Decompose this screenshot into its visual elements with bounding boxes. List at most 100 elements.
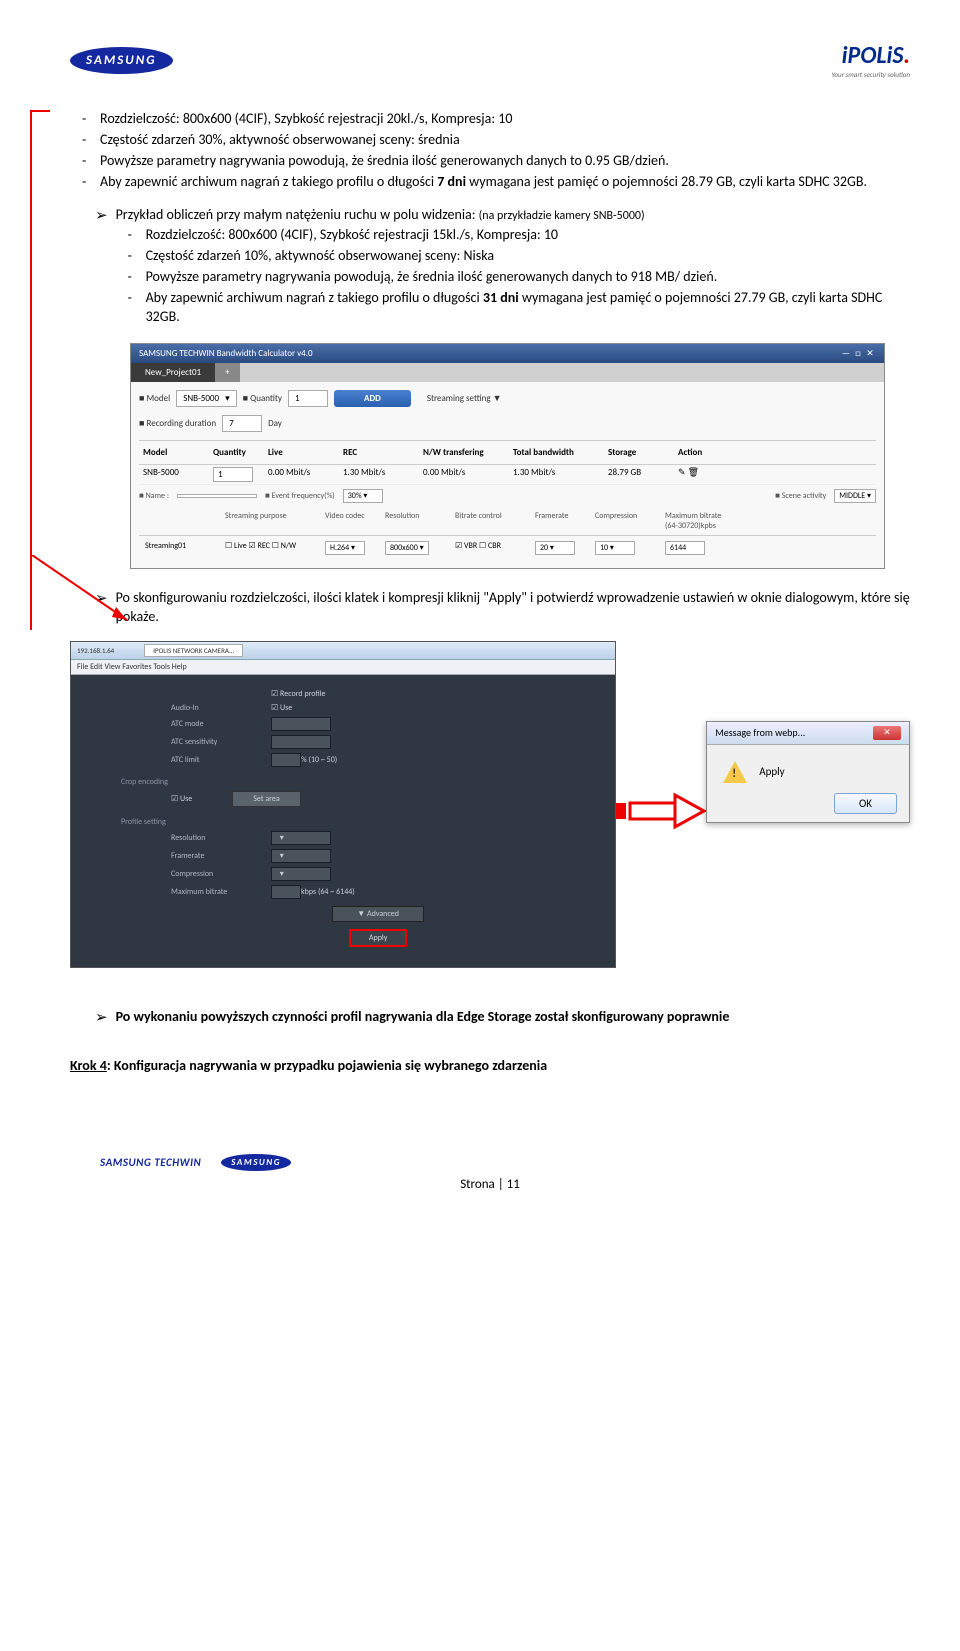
rec-duration-unit: Day	[268, 418, 282, 429]
callout-arrow-icon	[32, 555, 152, 645]
resolution-select[interactable]: ▾	[271, 831, 331, 845]
page-header: SAMSUNG iPOLiS. Your smart security solu…	[70, 30, 910, 90]
maximize-icon[interactable]: □	[852, 348, 864, 359]
streaming-setting-button[interactable]: Streaming setting ▼	[417, 390, 512, 407]
set-area-button[interactable]: Set area	[232, 791, 300, 807]
bitrate-checkboxes[interactable]: ☑ VBR ☐ CBR	[449, 539, 529, 557]
samsung-logo: SAMSUNG	[70, 47, 173, 74]
scene-select[interactable]: MIDDLE ▾	[834, 489, 876, 503]
camera-settings-window: 192.168.1.64 IPOLIS NETWORK CAMERA... Fi…	[70, 641, 616, 968]
atc-mode-label: ATC mode	[171, 719, 271, 729]
delete-icon[interactable]: 🗑	[688, 467, 699, 478]
text: Aby zapewnić archiwum nagrań z takiego p…	[100, 173, 437, 190]
dialog-message: Apply	[759, 765, 784, 778]
list-item: Rozdzielczość: 800x600 (4CIF), Szybkość …	[100, 110, 910, 129]
spec-list-2: Rozdzielczość: 800x600 (4CIF), Szybkość …	[116, 226, 910, 326]
edit-icon[interactable]: ✎	[678, 467, 686, 478]
flow-arrow-icon	[616, 791, 706, 831]
warning-icon	[723, 761, 747, 783]
bold-text: 31 dni	[483, 289, 519, 306]
list-item: Aby zapewnić archiwum nagrań z takiego p…	[146, 289, 910, 327]
table-headers: Model Quantity Live REC N/W transfering …	[139, 440, 876, 465]
use-checkbox[interactable]: ☑ Use	[171, 794, 192, 804]
framerate-label: Framerate	[171, 851, 271, 861]
quantity-label: ■ Quantity	[243, 393, 282, 404]
samsung-logo-small: SAMSUNG	[221, 1154, 291, 1171]
atc-mode-select[interactable]	[271, 717, 331, 731]
step-text: : Konfiguracja nagrywania w przypadku po…	[107, 1057, 547, 1074]
page-footer: SAMSUNG TECHWIN SAMSUNG	[70, 1154, 910, 1171]
rec-duration-input[interactable]: 7	[222, 415, 262, 432]
codec-select[interactable]: H.264 ▾	[325, 541, 365, 555]
eventfreq-select[interactable]: 30% ▾	[343, 489, 383, 503]
chevron-right-icon: ➢	[95, 206, 108, 329]
minimize-icon[interactable]: —	[840, 348, 852, 359]
resolution-select[interactable]: 800x600 ▾	[385, 541, 429, 555]
page-number: Strona | 11	[70, 1177, 910, 1192]
name-input[interactable]	[177, 494, 257, 498]
compression-select[interactable]: ▾	[271, 867, 331, 881]
bandwidth-calculator-window: SAMSUNG TECHWIN Bandwidth Calculator v4.…	[130, 343, 885, 569]
window-title: SAMSUNG TECHWIN Bandwidth Calculator v4.…	[139, 348, 313, 359]
list-item: Powyższe parametry nagrywania powodują, …	[146, 268, 910, 287]
instruction-text: Po skonfigurowaniu rozdzielczości, ilośc…	[116, 589, 910, 627]
encoding-headers: Streaming purpose Video codec Resolution…	[139, 507, 876, 536]
atc-limit-input[interactable]	[271, 753, 301, 767]
list-item: Rozdzielczość: 800x600 (4CIF), Szybkość …	[146, 226, 910, 245]
ipolis-logo: iPOLiS. Your smart security solution	[831, 41, 910, 79]
purpose-checkboxes[interactable]: ☐ Live ☑ REC ☐ N/W	[219, 539, 319, 557]
list-item: Częstość zdarzeń 30%, aktywność obserwow…	[100, 131, 910, 150]
bullet-example-low-traffic: ➢ Przykład obliczeń przy małym natężeniu…	[95, 206, 910, 329]
project-tab[interactable]: New_Project01	[131, 363, 215, 382]
ok-button[interactable]: OK	[834, 793, 897, 814]
model-select[interactable]: SNB-5000 ▾	[176, 390, 236, 407]
step-label: Krok 4	[70, 1057, 107, 1074]
dialog-close-button[interactable]: ✕	[873, 726, 901, 740]
resolution-label: Resolution	[171, 833, 271, 843]
callout-line	[30, 110, 32, 630]
framerate-select[interactable]: 20 ▾	[535, 541, 575, 555]
maxbitrate-input[interactable]	[271, 885, 301, 899]
row-qty-input[interactable]: 1	[213, 467, 253, 482]
apply-button[interactable]: Apply	[349, 929, 408, 947]
ipolis-tagline: Your smart security solution	[831, 70, 910, 79]
atc-limit-label: ATC limit	[171, 755, 271, 765]
list-item: Powyższe parametry nagrywania powodują, …	[100, 152, 910, 171]
text: Aby zapewnić archiwum nagrań z takiego p…	[146, 289, 483, 306]
record-profile-label: ☑ Record profile	[271, 689, 326, 699]
lead-text: Przykład obliczeń przy małym natężeniu r…	[116, 206, 479, 223]
window-buttons: —□✕	[840, 348, 876, 359]
maxbitrate-input[interactable]: 6144	[665, 541, 705, 555]
list-item: Aby zapewnić archiwum nagrań z takiego p…	[100, 173, 910, 192]
scene-label: ■ Scene activity	[775, 491, 826, 501]
add-button[interactable]: ADD	[334, 390, 411, 407]
url-text: 192.168.1.64	[77, 646, 114, 655]
name-label: ■ Name :	[139, 491, 169, 501]
ipolis-text: iPOLiS	[842, 41, 904, 70]
encoding-row: Streaming01 ☐ Live ☑ REC ☐ N/W H.264 ▾ 8…	[139, 536, 876, 560]
browser-tab[interactable]: IPOLIS NETWORK CAMERA...	[144, 644, 243, 657]
browser-menu[interactable]: File Edit View Favorites Tools Help	[71, 660, 615, 675]
model-label: ■ Model	[139, 393, 170, 404]
list-item: Częstość zdarzeń 10%, aktywność obserwow…	[146, 247, 910, 266]
confirm-dialog: Message from webp... ✕ Apply OK	[706, 721, 910, 823]
audio-in-label: Audio-In	[171, 703, 271, 713]
bullet-completion: ➢ Po wykonaniu powyższych czynności prof…	[95, 1008, 910, 1027]
dialog-title: Message from webp...	[715, 726, 805, 739]
bullet-apply-instruction: ➢ Po skonfigurowaniu rozdzielczości, ilo…	[95, 589, 910, 627]
spec-list-1: Rozdzielczość: 800x600 (4CIF), Szybkość …	[70, 110, 910, 192]
atc-sens-select[interactable]	[271, 735, 331, 749]
eventfreq-label: ■ Event frequency(%)	[265, 491, 335, 501]
add-tab-button[interactable]: +	[215, 363, 239, 382]
compression-label: Compression	[171, 869, 271, 879]
window-titlebar: SAMSUNG TECHWIN Bandwidth Calculator v4.…	[131, 344, 884, 363]
profile-section-header: Profile setting	[121, 817, 585, 827]
audio-in-checkbox[interactable]: ☑ Use	[271, 703, 292, 713]
advanced-toggle[interactable]: ▼ Advanced	[332, 906, 424, 922]
quantity-input[interactable]: 1	[288, 390, 328, 407]
step-4-heading: Krok 4: Konfiguracja nagrywania w przypa…	[70, 1057, 910, 1074]
text: wymagana jest pamięć o pojemności 28.79 …	[466, 173, 867, 190]
close-icon[interactable]: ✕	[864, 348, 876, 359]
compression-select[interactable]: 10 ▾	[595, 541, 635, 555]
framerate-select[interactable]: ▾	[271, 849, 331, 863]
